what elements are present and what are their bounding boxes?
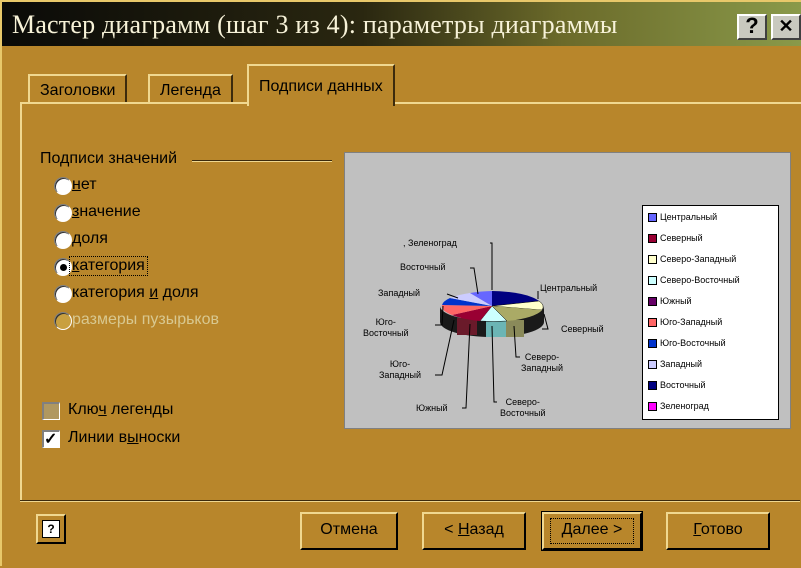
legend-item: Юго-Восточный: [648, 338, 726, 349]
finish-button[interactable]: Готово: [666, 512, 770, 550]
radio-category-and-percent[interactable]: [54, 285, 72, 303]
legend-swatch: [648, 339, 657, 349]
title-bar[interactable]: Мастер диаграмм (шаг 3 из 4): параметры …: [2, 2, 801, 46]
legend-swatch: [648, 297, 657, 307]
radio-selected-dot: [60, 264, 67, 271]
question-icon: ?: [745, 13, 759, 38]
callout-zapadny: Западный: [378, 288, 421, 298]
close-button[interactable]: ✕: [771, 14, 801, 40]
window-title: Мастер диаграмм (шаг 3 из 4): параметры …: [12, 10, 618, 39]
next-button[interactable]: Далее >: [541, 511, 643, 551]
legend-swatch: [648, 381, 657, 391]
radio-percent[interactable]: [54, 231, 72, 249]
tab-data-labels[interactable]: Подписи данных: [247, 64, 395, 106]
callout-vostochny: Восточный: [400, 262, 446, 272]
callout-yugo-vostochny: Юго- Восточный: [363, 317, 409, 338]
leader-lines-checkbox[interactable]: ✓: [42, 430, 60, 448]
callout-zelenograd: , Зеленоград: [403, 238, 457, 248]
radio-value[interactable]: [54, 204, 72, 222]
legend-swatch: [648, 234, 657, 244]
question-icon: ?: [42, 520, 60, 538]
callout-severo-vostochny: Северо- Восточный: [500, 397, 546, 418]
radio-percent-label[interactable]: доля: [72, 230, 108, 248]
radio-category-and-percent-label[interactable]: категория и доля: [72, 284, 199, 302]
radio-none[interactable]: [54, 177, 72, 195]
legend-item: Северо-Восточный: [648, 275, 740, 286]
legend-item: Зеленоград: [648, 401, 709, 412]
legend-item: Юго-Западный: [648, 317, 722, 328]
tab-legend[interactable]: Легенда: [148, 74, 233, 104]
leader-lines-label[interactable]: Линии выноски: [68, 429, 180, 447]
radio-none-label[interactable]: нет: [72, 176, 97, 194]
back-button[interactable]: < Назад: [422, 512, 526, 550]
legend-swatch: [648, 255, 657, 265]
callout-centralny: Центральный: [540, 283, 598, 293]
legend-key-checkbox[interactable]: [42, 402, 60, 420]
help-title-button[interactable]: ?: [737, 14, 767, 40]
office-assistant-button[interactable]: ?: [36, 514, 66, 544]
legend-item: Северо-Западный: [648, 254, 736, 265]
callout-severo-zapadny: Северо- Западный: [521, 352, 564, 373]
legend-key-label[interactable]: Ключ легенды: [68, 401, 173, 419]
radio-value-label[interactable]: значение: [72, 203, 141, 221]
legend-item: Центральный: [648, 212, 717, 223]
focus-rect: [550, 518, 634, 544]
group-divider: [192, 160, 332, 162]
chart-legend: Центральный Северный Северо-Западный Сев…: [642, 205, 779, 420]
legend-item: Южный: [648, 296, 692, 307]
legend-swatch: [648, 360, 657, 370]
legend-item: Западный: [648, 359, 702, 370]
tab-titles-label: Заголовки: [40, 82, 116, 99]
chart-wizard-dialog: Мастер диаграмм (шаг 3 из 4): параметры …: [0, 0, 801, 566]
close-icon: ✕: [778, 16, 794, 36]
legend-swatch: [648, 318, 657, 328]
legend-item: Восточный: [648, 380, 706, 391]
radio-category-label[interactable]: категория: [69, 256, 148, 276]
radio-bubble-sizes-label: размеры пузырьков: [72, 311, 220, 328]
radio-bubble-sizes: [54, 312, 72, 330]
callout-yugo-zapadny: Юго- Западный: [379, 359, 422, 380]
callout-yuzhny: Южный: [416, 403, 448, 413]
check-icon: ✓: [44, 431, 58, 448]
value-labels-group-title: Подписи значений: [40, 150, 184, 168]
cancel-button[interactable]: Отмена: [300, 512, 398, 550]
legend-swatch: [648, 402, 657, 412]
callout-severny: Северный: [561, 324, 604, 334]
tab-titles[interactable]: Заголовки: [28, 74, 128, 104]
tab-legend-label: Легенда: [160, 82, 221, 99]
bottom-divider: [20, 500, 800, 502]
legend-swatch: [648, 276, 657, 286]
legend-item: Северный: [648, 233, 703, 244]
legend-swatch: [648, 213, 657, 223]
tab-data-labels-label: Подписи данных: [259, 78, 383, 95]
